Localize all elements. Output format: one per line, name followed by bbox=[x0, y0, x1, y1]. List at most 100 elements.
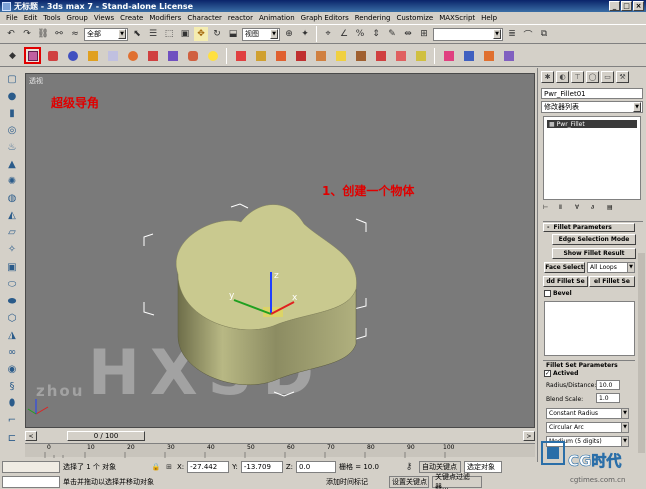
select-object-icon[interactable]: ⬉ bbox=[130, 27, 144, 41]
menu-rendering[interactable]: Rendering bbox=[355, 14, 391, 22]
show-end-result-icon[interactable]: Ⅱ bbox=[559, 204, 570, 213]
z-coord-field[interactable]: 0.0 bbox=[296, 461, 337, 473]
create-lext-icon[interactable]: ⌐ bbox=[4, 414, 20, 428]
box-object-icon[interactable] bbox=[24, 47, 41, 64]
named-selection-set-dropdown[interactable]: ▼ bbox=[433, 27, 503, 41]
create-tube-icon[interactable]: ◍ bbox=[4, 192, 20, 206]
create-pyramid-icon[interactable]: ◭ bbox=[4, 209, 20, 223]
time-slider-prev-button[interactable]: < bbox=[25, 431, 37, 441]
utilities-tab-icon[interactable]: ⚒ bbox=[616, 71, 629, 83]
compound-icon[interactable] bbox=[272, 47, 289, 64]
minimize-button[interactable]: _ bbox=[609, 1, 620, 11]
menu-help[interactable]: Help bbox=[481, 14, 497, 22]
selection-region-icon[interactable]: ⬚ bbox=[162, 27, 176, 41]
fillet-set-parameters-rollout[interactable]: Fillet Set Parameters bbox=[543, 360, 635, 369]
maximize-button[interactable]: □ bbox=[621, 1, 632, 11]
unlink-icon[interactable]: ⚯ bbox=[52, 27, 66, 41]
angle-snap-icon[interactable]: ∠ bbox=[337, 27, 351, 41]
particles-icon[interactable] bbox=[292, 47, 309, 64]
actived-checkbox[interactable]: ✓ Actived bbox=[544, 370, 578, 377]
spline-icon[interactable] bbox=[232, 47, 249, 64]
menu-modifiers[interactable]: Modifiers bbox=[149, 14, 181, 22]
select-and-manipulate-icon[interactable]: ✦ bbox=[298, 27, 312, 41]
x-coord-field[interactable]: -27.442 bbox=[187, 461, 230, 473]
pin-stack-icon[interactable]: ⊢ bbox=[543, 204, 554, 213]
modifier-stack[interactable]: ■ Pwr_Fillet bbox=[543, 116, 641, 200]
face-select-dropdown[interactable]: All Loops ▼ bbox=[587, 262, 635, 273]
menu-reactor[interactable]: reactor bbox=[228, 14, 253, 22]
show-fillet-result-button[interactable]: Show Fillet Result bbox=[552, 248, 636, 259]
profile-type-dropdown[interactable]: Circular Arc ▼ bbox=[546, 422, 629, 433]
helpers-icon[interactable] bbox=[372, 47, 389, 64]
select-and-move-icon[interactable]: ✥ bbox=[194, 27, 208, 41]
lights-icon[interactable] bbox=[332, 47, 349, 64]
object-name-field[interactable]: Pwr_Fillet01 bbox=[541, 88, 643, 99]
create-torusknot-icon[interactable]: ∞ bbox=[4, 346, 20, 360]
material-editor-icon[interactable] bbox=[440, 47, 457, 64]
menu-file[interactable]: File bbox=[6, 14, 18, 22]
create-chamferbox-icon[interactable]: ▣ bbox=[4, 260, 20, 274]
close-button[interactable]: × bbox=[633, 1, 644, 11]
menu-tools[interactable]: Tools bbox=[43, 14, 60, 22]
pivot-center-icon[interactable]: ⊕ bbox=[282, 27, 296, 41]
curve-editor-icon[interactable]: ⌒ bbox=[521, 27, 535, 41]
menu-graph-editors[interactable]: Graph Editors bbox=[301, 14, 349, 22]
create-capsule-icon[interactable]: ⬮ bbox=[4, 397, 20, 411]
plane-object-icon[interactable] bbox=[84, 47, 101, 64]
create-hedra-icon[interactable]: ✧ bbox=[4, 243, 20, 257]
delete-fillet-set-button[interactable]: el Fillet Se bbox=[589, 276, 635, 287]
percent-snap-icon[interactable]: % bbox=[353, 27, 367, 41]
link-icon[interactable]: ⛓ bbox=[36, 27, 50, 41]
spacewarps-icon[interactable] bbox=[392, 47, 409, 64]
maxscript-listener-mini[interactable] bbox=[2, 461, 60, 473]
reference-coordinate-dropdown[interactable]: 视图 ▼ bbox=[242, 27, 280, 41]
bevel-checkbox[interactable]: Bevel bbox=[544, 290, 572, 297]
display-tab-icon[interactable]: ▭ bbox=[601, 71, 614, 83]
nurbs-icon[interactable] bbox=[252, 47, 269, 64]
menu-edit[interactable]: Edit bbox=[24, 14, 38, 22]
create-cone-icon[interactable]: ▲ bbox=[4, 157, 20, 171]
stack-item-pwr-fillet[interactable]: ■ Pwr_Fillet bbox=[547, 120, 637, 128]
cylinder-object-icon[interactable] bbox=[44, 47, 61, 64]
bevel-check-box[interactable] bbox=[544, 290, 551, 297]
actived-check-box[interactable]: ✓ bbox=[544, 370, 551, 377]
track-bar[interactable]: 0 10 20 30 40 50 60 70 80 90 100 bbox=[25, 443, 535, 458]
teapot-object-icon[interactable] bbox=[184, 47, 201, 64]
align-icon[interactable]: ⊞ bbox=[417, 27, 431, 41]
command-panel-scrollbar[interactable] bbox=[638, 253, 645, 453]
menu-character[interactable]: Character bbox=[187, 14, 222, 22]
create-geosphere-icon[interactable]: ✺ bbox=[4, 175, 20, 189]
motion-tab-icon[interactable]: ◯ bbox=[586, 71, 599, 83]
edge-selection-mode-button[interactable]: Edge Selection Mode bbox=[552, 234, 636, 245]
modifier-list-dropdown[interactable]: 修改器列表 ▼ bbox=[541, 101, 643, 113]
undo-icon[interactable]: ↶ bbox=[4, 27, 18, 41]
create-hose-icon[interactable]: § bbox=[4, 380, 20, 394]
radius-type-dropdown[interactable]: Constant Radius ▼ bbox=[546, 408, 629, 419]
bind-spacewarp-icon[interactable]: ≈ bbox=[68, 27, 82, 41]
create-plane-icon[interactable]: ▱ bbox=[4, 226, 20, 240]
quick-render-icon[interactable] bbox=[480, 47, 497, 64]
systems-icon[interactable] bbox=[412, 47, 429, 64]
select-and-rotate-icon[interactable]: ↻ bbox=[210, 27, 224, 41]
edit-named-selections-icon[interactable]: ✎ bbox=[385, 27, 399, 41]
time-slider-next-button[interactable]: > bbox=[523, 431, 535, 441]
menu-create[interactable]: Create bbox=[120, 14, 143, 22]
object-tab-icon[interactable]: ◆ bbox=[4, 47, 21, 64]
select-and-scale-icon[interactable]: ⬓ bbox=[226, 27, 240, 41]
geosphere-object-icon[interactable] bbox=[204, 47, 221, 64]
window-crossing-icon[interactable]: ▣ bbox=[178, 27, 192, 41]
torus-object-icon[interactable] bbox=[124, 47, 141, 64]
spinner-snap-icon[interactable]: ⇕ bbox=[369, 27, 383, 41]
lock-selection-icon[interactable]: 🔒 bbox=[151, 462, 161, 472]
fillet-parameters-rollout[interactable]: - Fillet Parameters bbox=[543, 223, 635, 232]
selection-filter-dropdown[interactable]: 全部 ▼ bbox=[84, 27, 128, 41]
render-scene-icon[interactable] bbox=[460, 47, 477, 64]
blend-scale-spinner[interactable]: 1.0 bbox=[596, 393, 620, 403]
create-box-icon[interactable]: ▢ bbox=[4, 72, 20, 86]
select-by-name-icon[interactable]: ☰ bbox=[146, 27, 160, 41]
menu-animation[interactable]: Animation bbox=[259, 14, 295, 22]
key-filters-button[interactable]: 关键点过滤器... bbox=[432, 473, 482, 489]
cone-object-icon[interactable] bbox=[104, 47, 121, 64]
absolute-mode-icon[interactable]: ⊞ bbox=[164, 462, 174, 472]
maxscript-output-mini[interactable] bbox=[2, 476, 60, 488]
